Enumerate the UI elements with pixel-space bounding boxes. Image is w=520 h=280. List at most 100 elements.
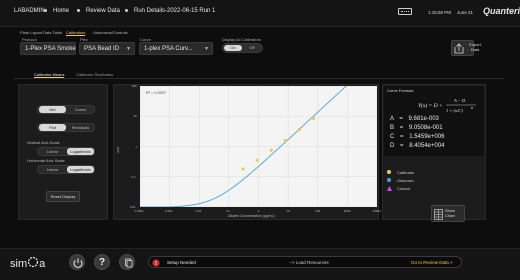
x-axis-label: Diluted Concentration (pg/mL) <box>228 214 275 218</box>
calibration-plot: R² = 0.9937 <box>139 57 378 208</box>
svg-text:B: B <box>471 106 473 110</box>
go-to-review-data-link[interactable]: Go to Review Data > <box>411 260 453 265</box>
toggle-on[interactable]: On <box>224 45 242 51</box>
svg-text:Y(x) = D +: Y(x) = D + <box>418 102 443 109</box>
alert-icon: ! <box>152 258 160 267</box>
calibrator-point[interactable] <box>255 158 259 162</box>
net-option[interactable]: Net <box>39 106 66 113</box>
x-tick-label: 10 <box>286 209 290 213</box>
coef-d: D = 8.4054e+004 <box>390 143 445 149</box>
horizontal-scale-toggle[interactable]: Linear Logarithmic <box>37 165 95 174</box>
coef-b-value: 9.0508e-001 <box>408 125 443 131</box>
nav-separator <box>44 9 47 12</box>
show-chart-label: Show Chart <box>445 208 455 218</box>
x-tick-label: 1 <box>257 209 260 213</box>
reset-display-button[interactable]: Reset Display <box>46 191 80 202</box>
user-label: LABADMIN <box>14 8 45 14</box>
help-button[interactable]: ? <box>94 254 110 270</box>
display-all-toggle[interactable]: On Off <box>222 43 263 53</box>
workflow-status-bar: ! Setup Needed --> Load Resources Go to … <box>148 256 462 268</box>
horizontal-log-option[interactable]: Logarithmic <box>67 166 94 173</box>
y-tick-label: 100 <box>131 84 137 88</box>
horizontal-axis-label: Horizontal Axis Scale <box>27 158 65 163</box>
r-squared-annotation: R² = 0.9937 <box>146 91 166 95</box>
copy-icon <box>125 258 133 268</box>
logo-circle-icon <box>28 256 39 268</box>
coef-d-name: D <box>390 143 395 149</box>
calibrator-point[interactable] <box>241 167 245 171</box>
nav-separator <box>125 9 128 12</box>
coef-a-name: A <box>390 116 394 122</box>
tab-unknowns-controls[interactable]: Unknowns/Controls <box>93 30 128 35</box>
coef-b-name: B <box>390 125 395 131</box>
clock-time: 1:15:56 PM <box>428 10 452 15</box>
copy-button[interactable] <box>119 254 135 270</box>
x-tick-label: 10000 <box>372 209 381 213</box>
svg-text:A − D: A − D <box>453 98 466 103</box>
svg-text:1 + (x/C): 1 + (x/C) <box>446 108 463 113</box>
plot-option[interactable]: Plot <box>39 124 66 131</box>
protocol-select[interactable]: 1-Plex PSA Smoke <box>20 42 76 55</box>
vertical-linear-option[interactable]: Linear <box>39 148 66 155</box>
brand-logo: Quanterix <box>483 6 520 16</box>
show-chart-button[interactable]: Show Chart <box>431 205 465 222</box>
curve-select[interactable]: 1-plex PSA Curv... ▼ <box>139 42 213 55</box>
display-all-label: Display All Calibrators <box>222 37 261 42</box>
chevron-down-icon: ▼ <box>126 46 131 52</box>
calibrator-point[interactable] <box>311 116 316 120</box>
curve-value: 1-plex PSA Curv... <box>144 46 193 52</box>
calibrator-point[interactable] <box>283 138 287 142</box>
keyboard-icon[interactable] <box>398 8 412 15</box>
plex-select[interactable]: PSA Bead ID ▼ <box>79 42 135 55</box>
coef-a: A = 9.681e-003 <box>390 116 439 122</box>
legend-calibrator-label: Calibrator <box>397 170 415 175</box>
coef-c-name: C <box>390 134 395 140</box>
nav-run-details: Run Details-2022-06-15 Run 1 <box>134 8 216 14</box>
curve-formula-box: Curve Formula Y(x) = D + A − D 1 + (x/C)… <box>384 86 484 156</box>
legend-control-marker <box>387 186 392 191</box>
cones-option[interactable]: Cones <box>67 106 94 113</box>
legend-calibrator-marker <box>387 170 391 174</box>
simoa-logo-text: sim <box>10 258 28 270</box>
tab-calibrators[interactable]: Calibrators <box>66 30 86 36</box>
x-tick-label: 100 <box>315 209 321 213</box>
vertical-log-option[interactable]: Logarithmic <box>67 148 94 155</box>
power-button[interactable] <box>69 254 85 270</box>
setup-needed-status: Setup Needed <box>167 260 196 265</box>
nav-review-data-link[interactable]: Review Data <box>86 8 120 14</box>
power-icon <box>73 258 83 268</box>
export-data-label: Export Data <box>456 42 486 52</box>
tab-data-table[interactable]: Data Table <box>43 30 62 35</box>
coef-c: C = 1.5459e+006 <box>390 134 445 140</box>
net-cones-toggle[interactable]: Net Cones <box>37 105 95 114</box>
vertical-scale-toggle[interactable]: Linear Logarithmic <box>37 147 95 156</box>
vertical-axis-label: Vertical Axis Scale <box>27 140 60 145</box>
table-icon <box>434 209 443 220</box>
nav-separator <box>77 9 80 12</box>
tab-calibrator-replicates[interactable]: Calibrator Replicates <box>76 72 113 77</box>
help-icon: ? <box>98 257 106 268</box>
x-tick-label: 0.1 <box>226 209 231 213</box>
x-tick-label: 0.001 <box>165 209 173 213</box>
tab-plate-layout[interactable]: Plate Layout <box>20 30 42 35</box>
calibrator-point[interactable] <box>269 148 273 152</box>
tab-calibrator-means[interactable]: Calibrator Means <box>34 72 65 78</box>
y-tick-label: 1 <box>135 144 137 149</box>
x-tick-label: 0.01 <box>195 209 202 213</box>
protocol-value: 1-Plex PSA Smoke <box>25 46 76 52</box>
calibrator-point[interactable] <box>297 128 301 132</box>
simoa-logo: sim a <box>10 256 45 270</box>
nav-home-link[interactable]: Home <box>53 8 69 14</box>
formula-expression: Y(x) = D + A − D 1 + (x/C) B <box>418 98 476 113</box>
chevron-down-icon: ▼ <box>204 46 209 52</box>
svg-text:!: ! <box>155 261 157 267</box>
curve-formula-title: Curve Formula <box>387 88 414 93</box>
toggle-off[interactable]: Off <box>243 45 261 51</box>
load-resources-link[interactable]: --> Load Resources <box>289 260 329 265</box>
calibration-chart: R² = 0.9937 <box>139 57 378 208</box>
plex-value: PSA Bead ID <box>84 46 120 52</box>
horizontal-linear-option[interactable]: Linear <box>39 166 66 173</box>
legend-unknown-marker <box>387 178 391 182</box>
plot-residuals-toggle[interactable]: Plot Residuals <box>37 123 95 132</box>
residuals-option[interactable]: Residuals <box>67 124 94 131</box>
